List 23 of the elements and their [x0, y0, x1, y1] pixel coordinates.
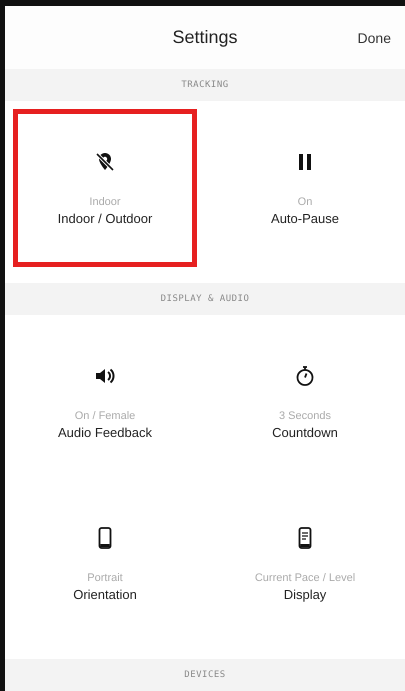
setting-label: Countdown — [272, 425, 338, 440]
setting-label: Audio Feedback — [58, 425, 152, 440]
setting-value: Indoor — [89, 196, 121, 208]
setting-value: 3 Seconds — [279, 410, 331, 422]
setting-tile[interactable]: Indoor Indoor / Outdoor — [13, 109, 197, 267]
setting-label: Display — [284, 587, 326, 602]
screen-title: Settings — [172, 27, 238, 48]
setting-value: On / Female — [74, 410, 136, 422]
section-title: DISPLAY & AUDIO — [160, 294, 250, 304]
done-button[interactable]: Done — [356, 28, 393, 48]
setting-value: Portrait — [87, 572, 123, 584]
setting-tile[interactable]: Current Pace / Level Display — [213, 485, 397, 643]
setting-tile[interactable]: 3 Seconds Countdown — [213, 323, 397, 481]
setting-tile[interactable]: Portrait Orientation — [13, 485, 197, 643]
setting-label: Indoor / Outdoor — [58, 211, 152, 226]
setting-tile[interactable]: On Auto-Pause — [213, 109, 397, 267]
setting-value: Current Pace / Level — [254, 572, 356, 584]
section-title: DEVICES — [184, 670, 226, 680]
setting-tile[interactable]: On / Female Audio Feedback — [13, 323, 197, 481]
setting-label: Orientation — [73, 587, 137, 602]
section-title: TRACKING — [181, 80, 229, 90]
setting-value: On — [298, 196, 312, 208]
setting-label: Auto-Pause — [271, 211, 339, 226]
